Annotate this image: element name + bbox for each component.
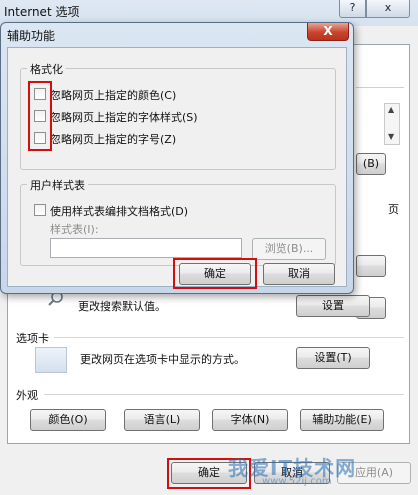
ignore-font-styles-checkbox[interactable]	[34, 110, 46, 122]
divider	[356, 87, 404, 88]
scrollbar[interactable]: ▲ ▼	[384, 103, 400, 145]
ignore-colors-checkbox[interactable]	[34, 88, 46, 100]
tabs-description: 更改网页在选项卡中显示的方式。	[80, 353, 245, 366]
appearance-heading: 外观	[16, 389, 38, 402]
help-button[interactable]: ?	[339, 0, 366, 18]
watermark-url: www.52ij.com	[262, 476, 332, 487]
partial-button[interactable]	[356, 255, 386, 277]
tabs-icon	[35, 347, 67, 373]
search-settings-button[interactable]: 设置	[296, 295, 370, 317]
search-description: 更改搜索默认值。	[78, 300, 166, 313]
languages-button[interactable]: 语言(L)	[124, 409, 200, 431]
ignore-font-styles-label[interactable]: 忽略网页上指定的字体样式(S)	[50, 109, 198, 125]
stylesheet-field-label: 样式表(I):	[50, 223, 99, 236]
partial-label: 页	[388, 203, 399, 216]
partial-button-b[interactable]: (B)	[356, 153, 386, 175]
fonts-button[interactable]: 字体(N)	[212, 409, 288, 431]
accessibility-dialog: 辅助功能 X 格式化 忽略网页上指定的颜色(C) 忽略网页上指定的字体样式(S)…	[0, 22, 354, 294]
stylesheet-path-input[interactable]	[50, 238, 242, 258]
close-button[interactable]: x	[366, 0, 410, 18]
browse-button[interactable]: 浏览(B)...	[252, 238, 326, 260]
divider	[44, 394, 404, 395]
use-stylesheet-label[interactable]: 使用样式表编排文档格式(D)	[50, 203, 188, 219]
scroll-up-icon: ▲	[388, 105, 395, 114]
ignore-font-sizes-label[interactable]: 忽略网页上指定的字号(Z)	[50, 131, 176, 147]
window-title: Internet 选项	[4, 5, 80, 19]
tabs-settings-button[interactable]: 设置(T)	[296, 347, 370, 369]
scroll-down-icon: ▼	[388, 132, 395, 141]
formatting-legend: 格式化	[27, 61, 66, 77]
tabs-heading: 选项卡	[16, 332, 49, 345]
dialog-cancel-button[interactable]: 取消	[263, 263, 335, 285]
dialog-title: 辅助功能	[7, 29, 56, 43]
ignore-font-sizes-checkbox[interactable]	[34, 132, 46, 144]
ignore-colors-label[interactable]: 忽略网页上指定的颜色(C)	[50, 87, 176, 103]
accessibility-button[interactable]: 辅助功能(E)	[300, 409, 384, 431]
dialog-close-button[interactable]: X	[307, 23, 349, 41]
colors-button[interactable]: 颜色(O)	[30, 409, 106, 431]
use-stylesheet-checkbox[interactable]	[34, 204, 46, 216]
dialog-ok-button[interactable]: 确定	[179, 263, 251, 285]
divider	[54, 337, 404, 338]
user-stylesheet-legend: 用户样式表	[27, 177, 88, 193]
dialog-body: 格式化 忽略网页上指定的颜色(C) 忽略网页上指定的字体样式(S) 忽略网页上指…	[7, 47, 347, 287]
